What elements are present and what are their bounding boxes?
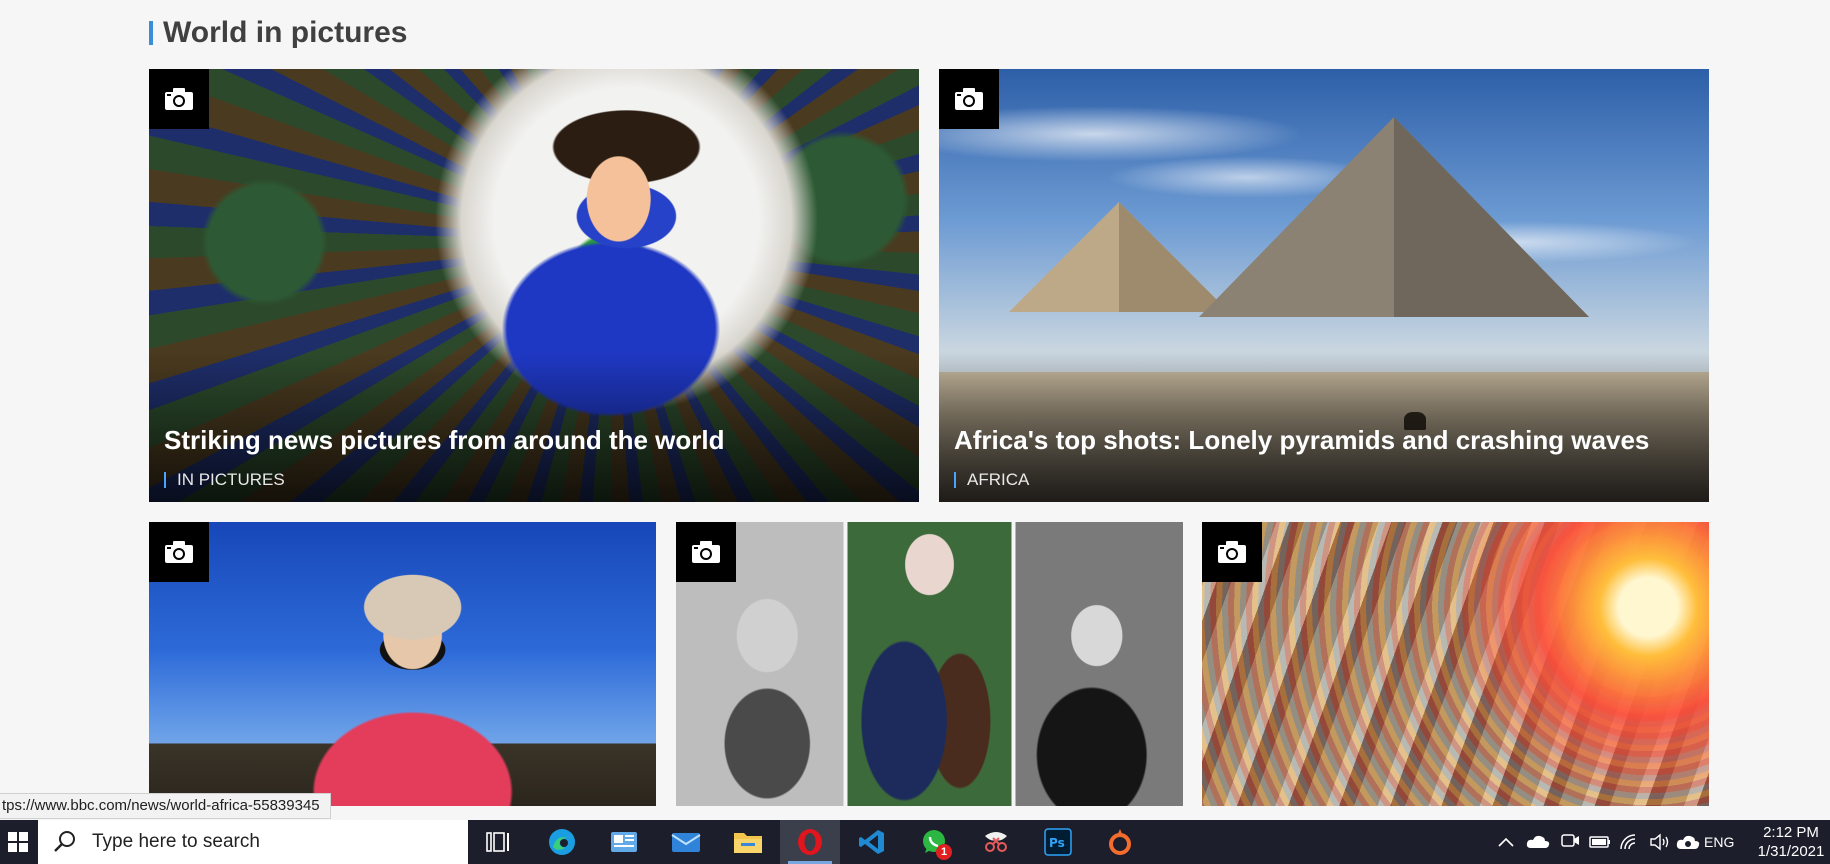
news-icon xyxy=(611,832,637,852)
card-headline: Striking news pictures from around the w… xyxy=(164,425,725,455)
card-striking-news[interactable]: Striking news pictures from around the w… xyxy=(149,69,919,502)
show-hidden-icons-button[interactable] xyxy=(1494,820,1518,864)
camera-icon xyxy=(676,522,736,582)
battery-tray[interactable] xyxy=(1586,820,1614,864)
whatsapp-button[interactable]: 1 xyxy=(904,820,964,864)
camera-icon xyxy=(1202,522,1262,582)
chevron-up-icon xyxy=(1498,837,1514,847)
camera-icon xyxy=(939,69,999,129)
speaker-icon xyxy=(1650,833,1669,851)
notification-badge: 1 xyxy=(936,844,952,860)
webcam-icon xyxy=(1561,834,1579,847)
clock-date: 1/31/2021 xyxy=(1757,843,1825,860)
cloud-icon xyxy=(1526,835,1550,848)
file-explorer-button[interactable] xyxy=(718,820,778,864)
network-tray[interactable] xyxy=(1616,820,1644,864)
section-title: World in pictures xyxy=(149,14,407,52)
start-button[interactable] xyxy=(0,820,36,864)
snip-sketch-button[interactable] xyxy=(966,820,1026,864)
mail-button[interactable] xyxy=(656,820,716,864)
card-africa-top-shots[interactable]: Africa's top shots: Lonely pyramids and … xyxy=(939,69,1709,502)
windows-icon xyxy=(8,832,28,852)
photoshop-button[interactable]: Ps xyxy=(1028,820,1088,864)
task-view-icon xyxy=(486,832,509,852)
snip-sketch-icon xyxy=(985,832,1007,852)
task-view-button[interactable] xyxy=(468,820,528,864)
photoshop-icon: Ps xyxy=(1044,828,1072,856)
clock-time: 2:12 PM xyxy=(1763,824,1819,841)
card-mosque-interior[interactable] xyxy=(1202,522,1709,806)
origin-button[interactable] xyxy=(1090,820,1150,864)
card-headline: Africa's top shots: Lonely pyramids and … xyxy=(954,425,1650,455)
taskbar: Type here to search 1 Ps ENG 2:12 PM 1/3… xyxy=(0,820,1830,864)
card-tag: AFRICA xyxy=(954,470,1029,490)
masked-worker-image xyxy=(149,522,656,806)
search-icon xyxy=(54,831,75,852)
edge-button[interactable] xyxy=(532,820,592,864)
card-tag: IN PICTURES xyxy=(164,470,285,490)
input-language[interactable]: ENG xyxy=(1704,820,1734,864)
meet-now-tray[interactable] xyxy=(1556,820,1584,864)
edge-icon xyxy=(549,829,575,855)
origin-icon xyxy=(1109,829,1131,855)
taskbar-search[interactable]: Type here to search xyxy=(38,820,468,864)
cloud-sync-icon xyxy=(1676,835,1700,849)
card-masked-worker[interactable] xyxy=(149,522,656,806)
status-bar-url: tps://www.bbc.com/news/world-africa-5583… xyxy=(0,793,331,819)
vscode-icon xyxy=(859,830,884,854)
news-button[interactable] xyxy=(594,820,654,864)
vscode-button[interactable] xyxy=(842,820,902,864)
camera-icon xyxy=(149,69,209,129)
mail-icon xyxy=(671,833,701,852)
presidential-pets-image xyxy=(676,522,1183,806)
wifi-icon xyxy=(1620,834,1636,850)
camera-icon xyxy=(149,522,209,582)
battery-icon xyxy=(1589,836,1610,848)
search-placeholder: Type here to search xyxy=(92,831,260,852)
folder-icon xyxy=(734,833,762,853)
cloud-sync-tray[interactable] xyxy=(1674,820,1702,864)
card-presidential-pets[interactable] xyxy=(676,522,1183,806)
mosque-interior-image xyxy=(1202,522,1709,806)
opera-button[interactable] xyxy=(780,820,840,864)
svg-text:Ps: Ps xyxy=(1049,836,1065,850)
volume-tray[interactable] xyxy=(1646,820,1674,864)
clock[interactable]: 2:12 PM 1/31/2021 xyxy=(1752,823,1830,861)
opera-icon xyxy=(798,829,822,855)
onedrive-tray[interactable] xyxy=(1524,820,1552,864)
